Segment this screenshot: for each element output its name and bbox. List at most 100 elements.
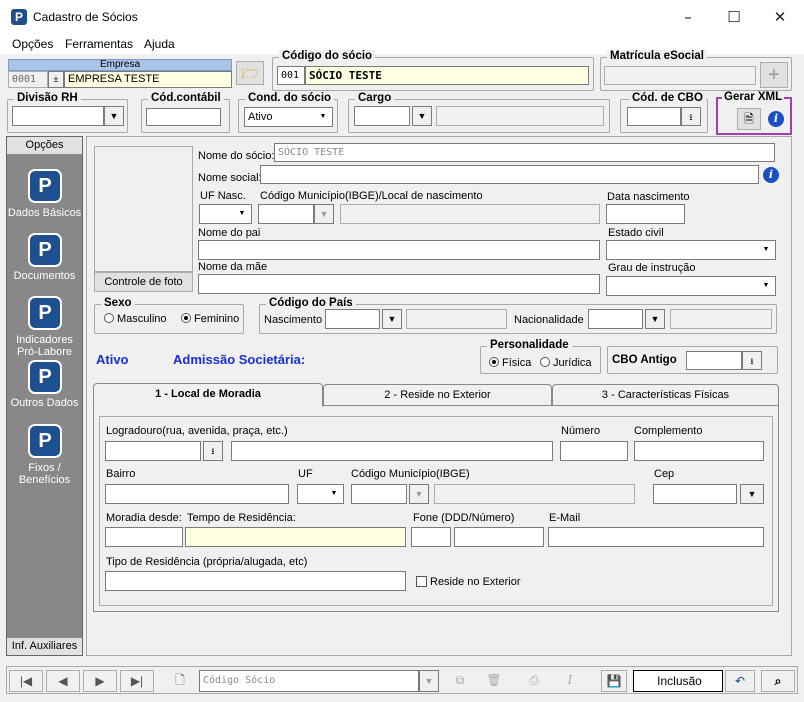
tipo-residencia-input[interactable] [105, 571, 406, 591]
cbo-antigo-lookup[interactable]: ⭳ [742, 351, 762, 370]
fone-numero-input[interactable] [454, 527, 544, 547]
divisao-input[interactable] [12, 106, 104, 126]
masculino-radio[interactable]: Masculino [104, 313, 167, 325]
new-document-button[interactable]: 🗋 [165, 670, 195, 692]
cbo-lookup-button[interactable]: ⭳ [681, 107, 701, 126]
logradouro-tipo-input[interactable] [105, 441, 201, 461]
data-nasc-input[interactable] [606, 204, 685, 224]
minimize-button[interactable]: – [665, 0, 711, 34]
personalidade-label: Personalidade [487, 339, 572, 351]
last-record-button[interactable]: ▶| [120, 670, 154, 692]
nome-social-info-icon[interactable]: i [763, 167, 779, 183]
tempo-residencia-input [185, 527, 406, 547]
find-button[interactable]: ⌕ [761, 670, 795, 692]
pais-nascimento-input[interactable] [325, 309, 380, 329]
add-matricula-button[interactable]: + [760, 62, 788, 88]
maximize-button[interactable]: ☐ [711, 0, 757, 34]
menu-ferramentas[interactable]: Ferramentas [65, 37, 133, 51]
first-record-button[interactable]: |◀ [9, 670, 43, 692]
window: P Cadastro de Sócios – ☐ ✕ Opções Ferram… [0, 0, 804, 702]
search-dropdown[interactable]: ▼ [419, 670, 439, 692]
cod-contabil-input[interactable] [146, 108, 221, 126]
next-record-button[interactable]: ▶ [83, 670, 117, 692]
cbo-input[interactable] [627, 107, 681, 126]
menu-opcoes[interactable]: Opções [12, 37, 53, 51]
cargo-dropdown[interactable]: ▼ [412, 106, 432, 126]
nome-mae-input[interactable] [198, 274, 600, 294]
open-folder-button[interactable]: 🗁 [236, 61, 264, 85]
uf-select[interactable]: ▼ [297, 484, 344, 504]
sidebar-item-dados-basicos[interactable]: Dados Básicos [7, 207, 82, 219]
codigo-socio-search[interactable]: Código Sócio [199, 670, 419, 692]
controle-foto-button[interactable]: Controle de foto [94, 272, 193, 292]
grau-instrucao-select[interactable]: ▼ [606, 276, 776, 296]
juridica-radio[interactable]: Jurídica [540, 357, 592, 369]
empresa-code[interactable]: 0001 [8, 71, 48, 88]
uf-nasc-select[interactable]: ▼ [199, 204, 252, 224]
cargo-description [436, 106, 604, 126]
pais-nascimento-dropdown[interactable]: ▼ [382, 309, 402, 329]
moradia-desde-input[interactable] [105, 527, 183, 547]
sidebar-item-fixos-beneficios[interactable]: Fixos / Benefícios [7, 462, 82, 486]
cond-socio-select[interactable]: Ativo ▼ [244, 107, 333, 127]
municipio-nasc-description [340, 204, 600, 224]
codigo-socio-code[interactable]: 001 [277, 66, 305, 85]
logradouro-lookup[interactable]: ⭳ [203, 441, 223, 461]
feminino-radio[interactable]: Feminino [181, 313, 239, 325]
previous-record-button[interactable]: ◀ [46, 670, 80, 692]
delete-button[interactable]: 🗑 [479, 670, 509, 692]
matricula-input[interactable] [604, 66, 756, 85]
estado-civil-select[interactable]: ▼ [606, 240, 776, 260]
menu-ajuda[interactable]: Ajuda [144, 37, 175, 51]
nascimento-label: Nascimento [264, 314, 323, 326]
gerar-xml-info-icon[interactable]: i [768, 111, 784, 127]
municipio-dropdown[interactable]: ▼ [409, 484, 429, 504]
numero-label: Número [561, 425, 601, 437]
cbo-antigo-input[interactable] [686, 351, 742, 370]
numero-input[interactable] [560, 441, 628, 461]
copy-button[interactable]: ⧉ [445, 670, 475, 692]
save-button[interactable]: 💾 [601, 670, 627, 692]
logradouro-input[interactable] [231, 441, 553, 461]
documentos-icon[interactable]: P [28, 233, 62, 267]
divisao-dropdown[interactable]: ▼ [104, 106, 124, 126]
print-button[interactable]: ⎙ [519, 670, 549, 692]
window-title: Cadastro de Sócios [33, 10, 138, 24]
municipio-input[interactable] [351, 484, 407, 504]
cep-dropdown[interactable]: ▼ [740, 484, 764, 504]
municipio-nasc-input[interactable] [258, 204, 314, 224]
reside-exterior-checkbox[interactable]: Reside no Exterior [416, 576, 521, 588]
fone-ddd-input[interactable] [411, 527, 451, 547]
cep-label: Cep [654, 468, 675, 480]
fixos-beneficios-icon[interactable]: P [28, 424, 62, 458]
sidebar-footer[interactable]: Inf. Auxiliares [7, 637, 82, 655]
dados-basicos-icon[interactable]: P [28, 169, 62, 203]
previous-icon: ◀ [58, 674, 68, 688]
italic-button[interactable]: I [555, 670, 585, 692]
gerar-xml-button[interactable]: 🗎 [737, 108, 761, 130]
tab-caracteristicas-fisicas[interactable]: 3 - Características Físicas [552, 384, 779, 406]
cep-input[interactable] [653, 484, 737, 504]
nome-socio-input[interactable]: SÓCIO TESTE [274, 143, 775, 162]
bairro-input[interactable] [105, 484, 289, 504]
empresa-lookup-button[interactable]: ± [48, 71, 64, 88]
sidebar-item-indicadores[interactable]: Indicadores Pró-Labore [7, 334, 82, 358]
tab-local-moradia[interactable]: 1 - Local de Moradia [93, 383, 323, 407]
complemento-input[interactable] [634, 441, 764, 461]
municipio-nasc-dropdown[interactable]: ▼ [314, 204, 334, 224]
tab-reside-exterior[interactable]: 2 - Reside no Exterior [323, 384, 552, 406]
nome-social-input[interactable] [260, 165, 759, 184]
sidebar-item-documentos[interactable]: Documentos [7, 270, 82, 282]
cargo-input[interactable] [354, 106, 410, 126]
email-input[interactable] [548, 527, 764, 547]
sidebar-item-outros-dados[interactable]: Outros Dados [7, 397, 82, 409]
close-button[interactable]: ✕ [757, 0, 803, 34]
undo-button[interactable]: ↶ [725, 670, 755, 692]
outros-dados-icon[interactable]: P [28, 360, 62, 394]
moradia-desde-label: Moradia desde: [106, 512, 182, 524]
nome-pai-input[interactable] [198, 240, 600, 260]
indicadores-icon[interactable]: P [28, 296, 62, 330]
nacionalidade-input[interactable] [588, 309, 643, 329]
fisica-radio[interactable]: Física [489, 357, 531, 369]
nacionalidade-dropdown[interactable]: ▼ [645, 309, 665, 329]
